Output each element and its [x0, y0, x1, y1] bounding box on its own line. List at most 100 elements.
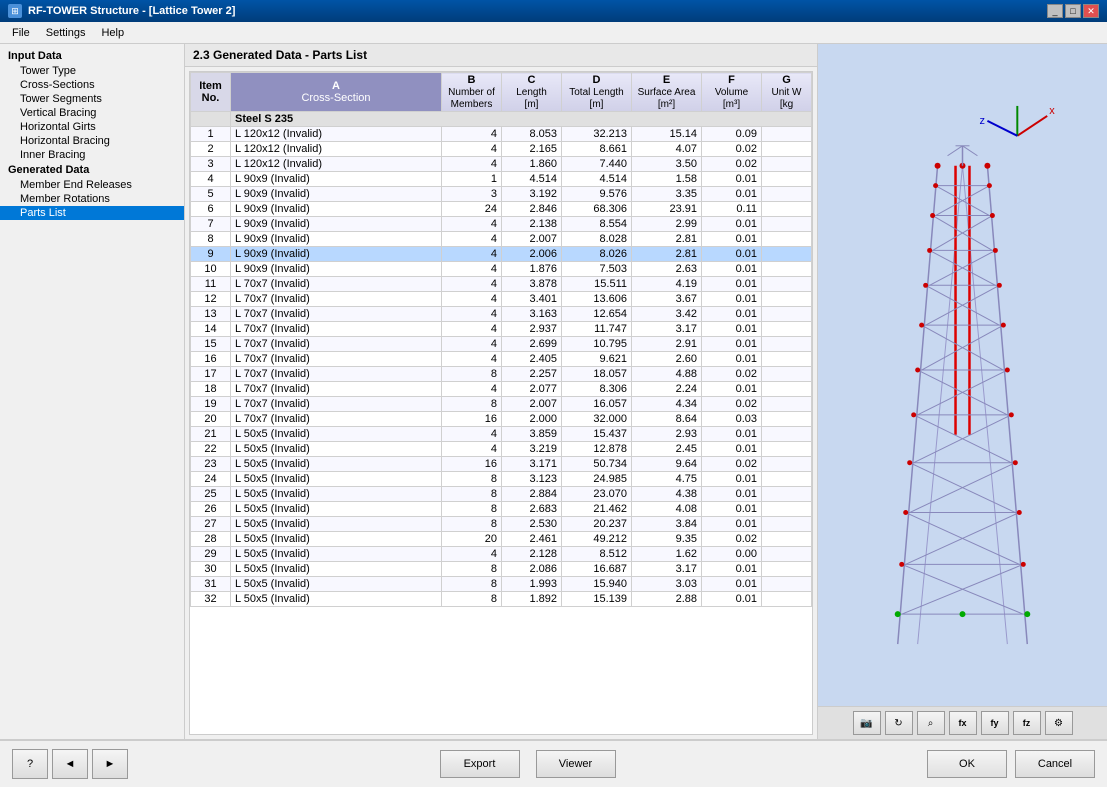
table-row[interactable]: 13 L 70x7 (Invalid) 4 3.163 12.654 3.42 … [191, 307, 812, 322]
cell-volume: 0.01 [702, 307, 762, 322]
cell-unit-weight [762, 307, 812, 322]
table-row[interactable]: 4 L 90x9 (Invalid) 1 4.514 4.514 1.58 0.… [191, 172, 812, 187]
table-row[interactable]: 20 L 70x7 (Invalid) 16 2.000 32.000 8.64… [191, 412, 812, 427]
table-row[interactable]: 11 L 70x7 (Invalid) 4 3.878 15.511 4.19 … [191, 277, 812, 292]
table-row[interactable]: 3 L 120x12 (Invalid) 4 1.860 7.440 3.50 … [191, 157, 812, 172]
table-row[interactable]: 18 L 70x7 (Invalid) 4 2.077 8.306 2.24 0… [191, 382, 812, 397]
table-row[interactable]: 17 L 70x7 (Invalid) 8 2.257 18.057 4.88 … [191, 367, 812, 382]
table-row[interactable]: 7 L 90x9 (Invalid) 4 2.138 8.554 2.99 0.… [191, 217, 812, 232]
cell-item-no: 16 [191, 352, 231, 367]
cell-item-no: 14 [191, 322, 231, 337]
maximize-button[interactable]: □ [1065, 4, 1081, 18]
table-row[interactable]: 6 L 90x9 (Invalid) 24 2.846 68.306 23.91… [191, 202, 812, 217]
export-button[interactable]: Export [440, 750, 520, 778]
table-row[interactable]: 30 L 50x5 (Invalid) 8 2.086 16.687 3.17 … [191, 562, 812, 577]
table-row[interactable]: 27 L 50x5 (Invalid) 8 2.530 20.237 3.84 … [191, 517, 812, 532]
cell-volume: 0.01 [702, 577, 762, 592]
table-row[interactable]: 12 L 70x7 (Invalid) 4 3.401 13.606 3.67 … [191, 292, 812, 307]
cell-item-no: 30 [191, 562, 231, 577]
cell-total-length: 23.070 [562, 487, 632, 502]
sidebar-item-parts-list[interactable]: Parts List [0, 206, 184, 220]
cell-cross-section: L 120x12 (Invalid) [231, 142, 442, 157]
sidebar-item-member-rotations[interactable]: Member Rotations [0, 192, 184, 206]
cell-length: 3.219 [502, 442, 562, 457]
table-row[interactable]: 21 L 50x5 (Invalid) 4 3.859 15.437 2.93 … [191, 427, 812, 442]
cell-volume: 0.01 [702, 517, 762, 532]
main-layout: Input Data Tower Type Cross-Sections Tow… [0, 44, 1107, 739]
cell-unit-weight [762, 262, 812, 277]
menu-file[interactable]: File [4, 25, 38, 41]
sidebar-item-cross-sections[interactable]: Cross-Sections [0, 78, 184, 92]
cell-unit-weight [762, 202, 812, 217]
table-row[interactable]: 9 L 90x9 (Invalid) 4 2.006 8.026 2.81 0.… [191, 247, 812, 262]
viewer-button[interactable]: Viewer [536, 750, 616, 778]
sidebar-item-horizontal-girts[interactable]: Horizontal Girts [0, 120, 184, 134]
table-row[interactable]: 16 L 70x7 (Invalid) 4 2.405 9.621 2.60 0… [191, 352, 812, 367]
cell-cross-section: L 70x7 (Invalid) [231, 337, 442, 352]
table-row[interactable]: 1 L 120x12 (Invalid) 4 8.053 32.213 15.1… [191, 127, 812, 142]
cell-total-length: 11.747 [562, 322, 632, 337]
cell-total-length: 49.212 [562, 532, 632, 547]
table-row[interactable]: 26 L 50x5 (Invalid) 8 2.683 21.462 4.08 … [191, 502, 812, 517]
prev-button[interactable]: ◄ [52, 749, 88, 779]
table-row[interactable]: 31 L 50x5 (Invalid) 8 1.993 15.940 3.03 … [191, 577, 812, 592]
table-row[interactable]: 32 L 50x5 (Invalid) 8 1.892 15.139 2.88 … [191, 592, 812, 607]
sidebar-item-vertical-bracing[interactable]: Vertical Bracing [0, 106, 184, 120]
next-button[interactable]: ► [92, 749, 128, 779]
cell-total-length: 9.576 [562, 187, 632, 202]
sidebar-item-tower-type[interactable]: Tower Type [0, 64, 184, 78]
tower-view-canvas[interactable]: x z [818, 44, 1107, 706]
fy-button[interactable]: fy [981, 711, 1009, 735]
rotate-button[interactable]: ↻ [885, 711, 913, 735]
cell-cross-section: L 50x5 (Invalid) [231, 427, 442, 442]
app-title: RF-TOWER Structure - [Lattice Tower 2] [28, 5, 235, 17]
cancel-button[interactable]: Cancel [1015, 750, 1095, 778]
table-row[interactable]: 28 L 50x5 (Invalid) 20 2.461 49.212 9.35… [191, 532, 812, 547]
table-row[interactable]: 23 L 50x5 (Invalid) 16 3.171 50.734 9.64… [191, 457, 812, 472]
fx-button[interactable]: fx [949, 711, 977, 735]
sidebar-item-horizontal-bracing[interactable]: Horizontal Bracing [0, 134, 184, 148]
cell-cross-section: L 50x5 (Invalid) [231, 562, 442, 577]
cell-cross-section: L 90x9 (Invalid) [231, 262, 442, 277]
table-row[interactable]: 24 L 50x5 (Invalid) 8 3.123 24.985 4.75 … [191, 472, 812, 487]
table-row[interactable]: 22 L 50x5 (Invalid) 4 3.219 12.878 2.45 … [191, 442, 812, 457]
table-row[interactable]: 10 L 90x9 (Invalid) 4 1.876 7.503 2.63 0… [191, 262, 812, 277]
sidebar-item-tower-segments[interactable]: Tower Segments [0, 92, 184, 106]
cell-cross-section: L 90x9 (Invalid) [231, 247, 442, 262]
cell-cross-section: L 50x5 (Invalid) [231, 547, 442, 562]
table-row[interactable]: 14 L 70x7 (Invalid) 4 2.937 11.747 3.17 … [191, 322, 812, 337]
menu-settings[interactable]: Settings [38, 25, 94, 41]
zoom-button[interactable]: ⌕ [917, 711, 945, 735]
table-row[interactable]: 25 L 50x5 (Invalid) 8 2.884 23.070 4.38 … [191, 487, 812, 502]
view-settings-button[interactable]: ⚙ [1045, 711, 1073, 735]
help-button[interactable]: ? [12, 749, 48, 779]
cell-unit-weight [762, 532, 812, 547]
cell-cross-section: L 70x7 (Invalid) [231, 292, 442, 307]
minimize-button[interactable]: _ [1047, 4, 1063, 18]
cell-volume: 0.01 [702, 472, 762, 487]
cell-item-no: 1 [191, 127, 231, 142]
table-row[interactable]: 5 L 90x9 (Invalid) 3 3.192 9.576 3.35 0.… [191, 187, 812, 202]
sidebar-item-inner-bracing[interactable]: Inner Bracing [0, 148, 184, 162]
close-button[interactable]: ✕ [1083, 4, 1099, 18]
cell-surface-area: 3.17 [632, 562, 702, 577]
fz-button[interactable]: fz [1013, 711, 1041, 735]
table-row[interactable]: 8 L 90x9 (Invalid) 4 2.007 8.028 2.81 0.… [191, 232, 812, 247]
col-header-e: ESurface Area[m²] [632, 73, 702, 112]
content-area: 2.3 Generated Data - Parts List ItemNo. … [185, 44, 817, 739]
sidebar-item-member-end-releases[interactable]: Member End Releases [0, 178, 184, 192]
cell-surface-area: 3.50 [632, 157, 702, 172]
camera-button[interactable]: 📷 [853, 711, 881, 735]
cell-volume: 0.02 [702, 532, 762, 547]
cell-cross-section: L 50x5 (Invalid) [231, 442, 442, 457]
table-row[interactable]: 15 L 70x7 (Invalid) 4 2.699 10.795 2.91 … [191, 337, 812, 352]
table-row[interactable]: 19 L 70x7 (Invalid) 8 2.007 16.057 4.34 … [191, 397, 812, 412]
table-row[interactable]: 29 L 50x5 (Invalid) 4 2.128 8.512 1.62 0… [191, 547, 812, 562]
cell-cross-section: L 90x9 (Invalid) [231, 187, 442, 202]
table-row[interactable]: 2 L 120x12 (Invalid) 4 2.165 8.661 4.07 … [191, 142, 812, 157]
cell-length: 1.892 [502, 592, 562, 607]
table-container[interactable]: ItemNo. ACross-Section BNumber ofMembers… [189, 71, 813, 735]
cell-volume: 0.03 [702, 412, 762, 427]
menu-help[interactable]: Help [93, 25, 132, 41]
ok-button[interactable]: OK [927, 750, 1007, 778]
